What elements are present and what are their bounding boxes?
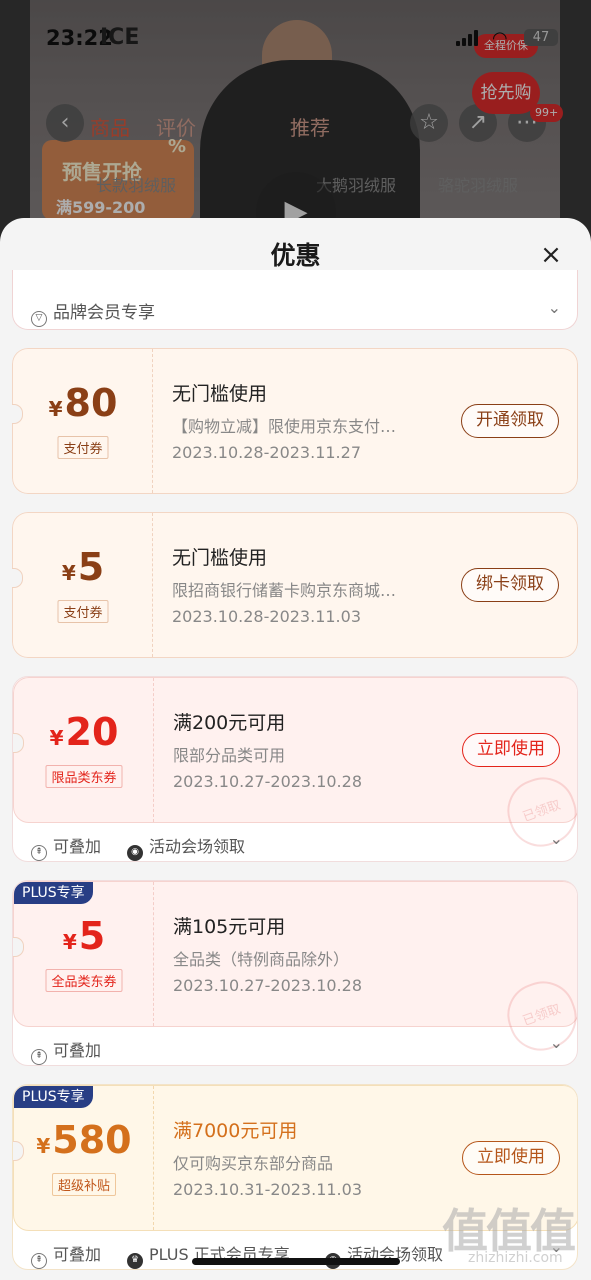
coupon-amount: ¥5: [61, 545, 105, 589]
coupon-amount: ¥5: [62, 914, 106, 958]
stack-icon: ⇞: [31, 845, 47, 861]
coupon-title: 满105元可用: [173, 916, 286, 938]
coupon-body: ¥5 支付券 无门槛使用 限招商银行储蓄卡购京东商城… 2023.10.28-2…: [12, 512, 578, 658]
coupon-footer: ⇞ 可叠加 ⌄: [13, 1027, 577, 1065]
coupon-date: 2023.10.27-2023.10.28: [173, 976, 362, 995]
coupon-footer: ⇞ 可叠加 ◉ 活动会场领取 ⌄: [13, 823, 577, 861]
sheet-title: 优惠: [270, 241, 321, 270]
close-icon[interactable]: ×: [538, 242, 564, 268]
coupon-date: 2023.10.31-2023.11.03: [173, 1180, 362, 1199]
coupon-desc: 仅可购买京东部分商品: [173, 1154, 334, 1173]
vip-badge-icon: ▽: [31, 311, 47, 327]
offers-sheet: 优惠 × ▽ 品牌会员专享 ⌄ ¥80 支付券 无门槛使用 【购物立减】限使用京东…: [0, 218, 591, 1280]
coupon-divider: [153, 1086, 154, 1230]
coupon-type-tag: 超级补贴: [51, 1173, 117, 1196]
coupon-desc: 全品类（特例商品除外）: [173, 950, 350, 969]
stackable-label: ⇞ 可叠加: [31, 833, 101, 861]
coupon-amount: ¥20: [49, 710, 119, 754]
coupon-divider: [152, 513, 153, 657]
chevron-down-icon[interactable]: ⌄: [550, 829, 563, 848]
coupon-desc: 限招商银行储蓄卡购京东商城…: [172, 581, 397, 600]
coupon-amount: ¥580: [36, 1118, 132, 1162]
coupon-type-tag: 支付券: [57, 436, 109, 459]
stack-icon: ⇞: [31, 1253, 47, 1269]
chevron-down-icon[interactable]: ⌄: [548, 298, 561, 317]
stackable-label: ⇞ 可叠加: [31, 1037, 101, 1065]
coupon-amount: ¥80: [48, 381, 118, 425]
coupon-title: 无门槛使用: [172, 547, 268, 569]
activate-claim-button[interactable]: 开通领取: [461, 404, 559, 438]
coupon-desc: 【购物立减】限使用京东支付…: [172, 417, 397, 436]
coupon-type-tag: 全品类东券: [45, 969, 123, 992]
use-now-button[interactable]: 立即使用: [462, 1141, 560, 1175]
chevron-down-icon[interactable]: ⌄: [550, 1033, 563, 1052]
watermark-url: zhizhizhi.com: [468, 1250, 563, 1266]
coupon-title: 无门槛使用: [172, 383, 268, 405]
coupon-card: ¥80 支付券 无门槛使用 【购物立减】限使用京东支付… 2023.10.28-…: [12, 348, 578, 494]
coupon-type-tag: 限品类东券: [45, 765, 123, 788]
coupon-date: 2023.10.28-2023.11.03: [172, 607, 361, 626]
plus-exclusive-badge: PLUS专享: [14, 1086, 93, 1108]
stackable-label: ⇞ 可叠加: [31, 1241, 101, 1269]
bind-card-claim-button[interactable]: 绑卡领取: [461, 568, 559, 602]
coupon-divider: [152, 349, 153, 493]
use-now-button[interactable]: 立即使用: [462, 733, 560, 767]
coupon-type-tag: 支付券: [57, 600, 109, 623]
brand-member-label: 品牌会员专享: [53, 303, 155, 323]
coupon-value-area: ¥80 支付券: [13, 349, 153, 493]
stack-icon: ⇞: [31, 1049, 47, 1065]
site-watermark: 值值值 zhizhizhi.com: [440, 1195, 588, 1275]
coupon-divider: [153, 678, 154, 822]
coupon-title: 满200元可用: [173, 712, 286, 734]
coupon-date: 2023.10.27-2023.10.28: [173, 772, 362, 791]
coupon-value-area: ¥20 限品类东券: [14, 678, 154, 822]
plus-exclusive-badge: PLUS专享: [14, 882, 93, 904]
coupon-body: ¥80 支付券 无门槛使用 【购物立减】限使用京东支付… 2023.10.28-…: [12, 348, 578, 494]
jd-logo-icon: ◉: [127, 845, 143, 861]
coupon-divider: [153, 882, 154, 1026]
coupon-title: 满7000元可用: [173, 1120, 298, 1142]
coupon-value-area: ¥5 支付券: [13, 513, 153, 657]
venue-claim-label: ◉活动会场领取: [127, 833, 245, 861]
coupon-card: ¥5 支付券 无门槛使用 限招商银行储蓄卡购京东商城… 2023.10.28-2…: [12, 512, 578, 658]
coupon-body: ¥5 全品类东券 满105元可用 全品类（特例商品除外） 2023.10.27-…: [13, 881, 577, 1060]
home-indicator[interactable]: [192, 1258, 400, 1265]
coupon-date: 2023.10.28-2023.11.27: [172, 443, 361, 462]
coupon-card: ¥5 全品类东券 满105元可用 全品类（特例商品除外） 2023.10.27-…: [12, 880, 578, 1066]
crown-icon: ♛: [127, 1253, 143, 1269]
coupon-card: ¥20 限品类东券 满200元可用 限部分品类可用 2023.10.27-202…: [12, 676, 578, 862]
brand-member-row[interactable]: ▽ 品牌会员专享 ⌄: [12, 270, 578, 330]
coupon-body: ¥20 限品类东券 满200元可用 限部分品类可用 2023.10.27-202…: [13, 677, 577, 856]
coupon-desc: 限部分品类可用: [173, 746, 286, 765]
